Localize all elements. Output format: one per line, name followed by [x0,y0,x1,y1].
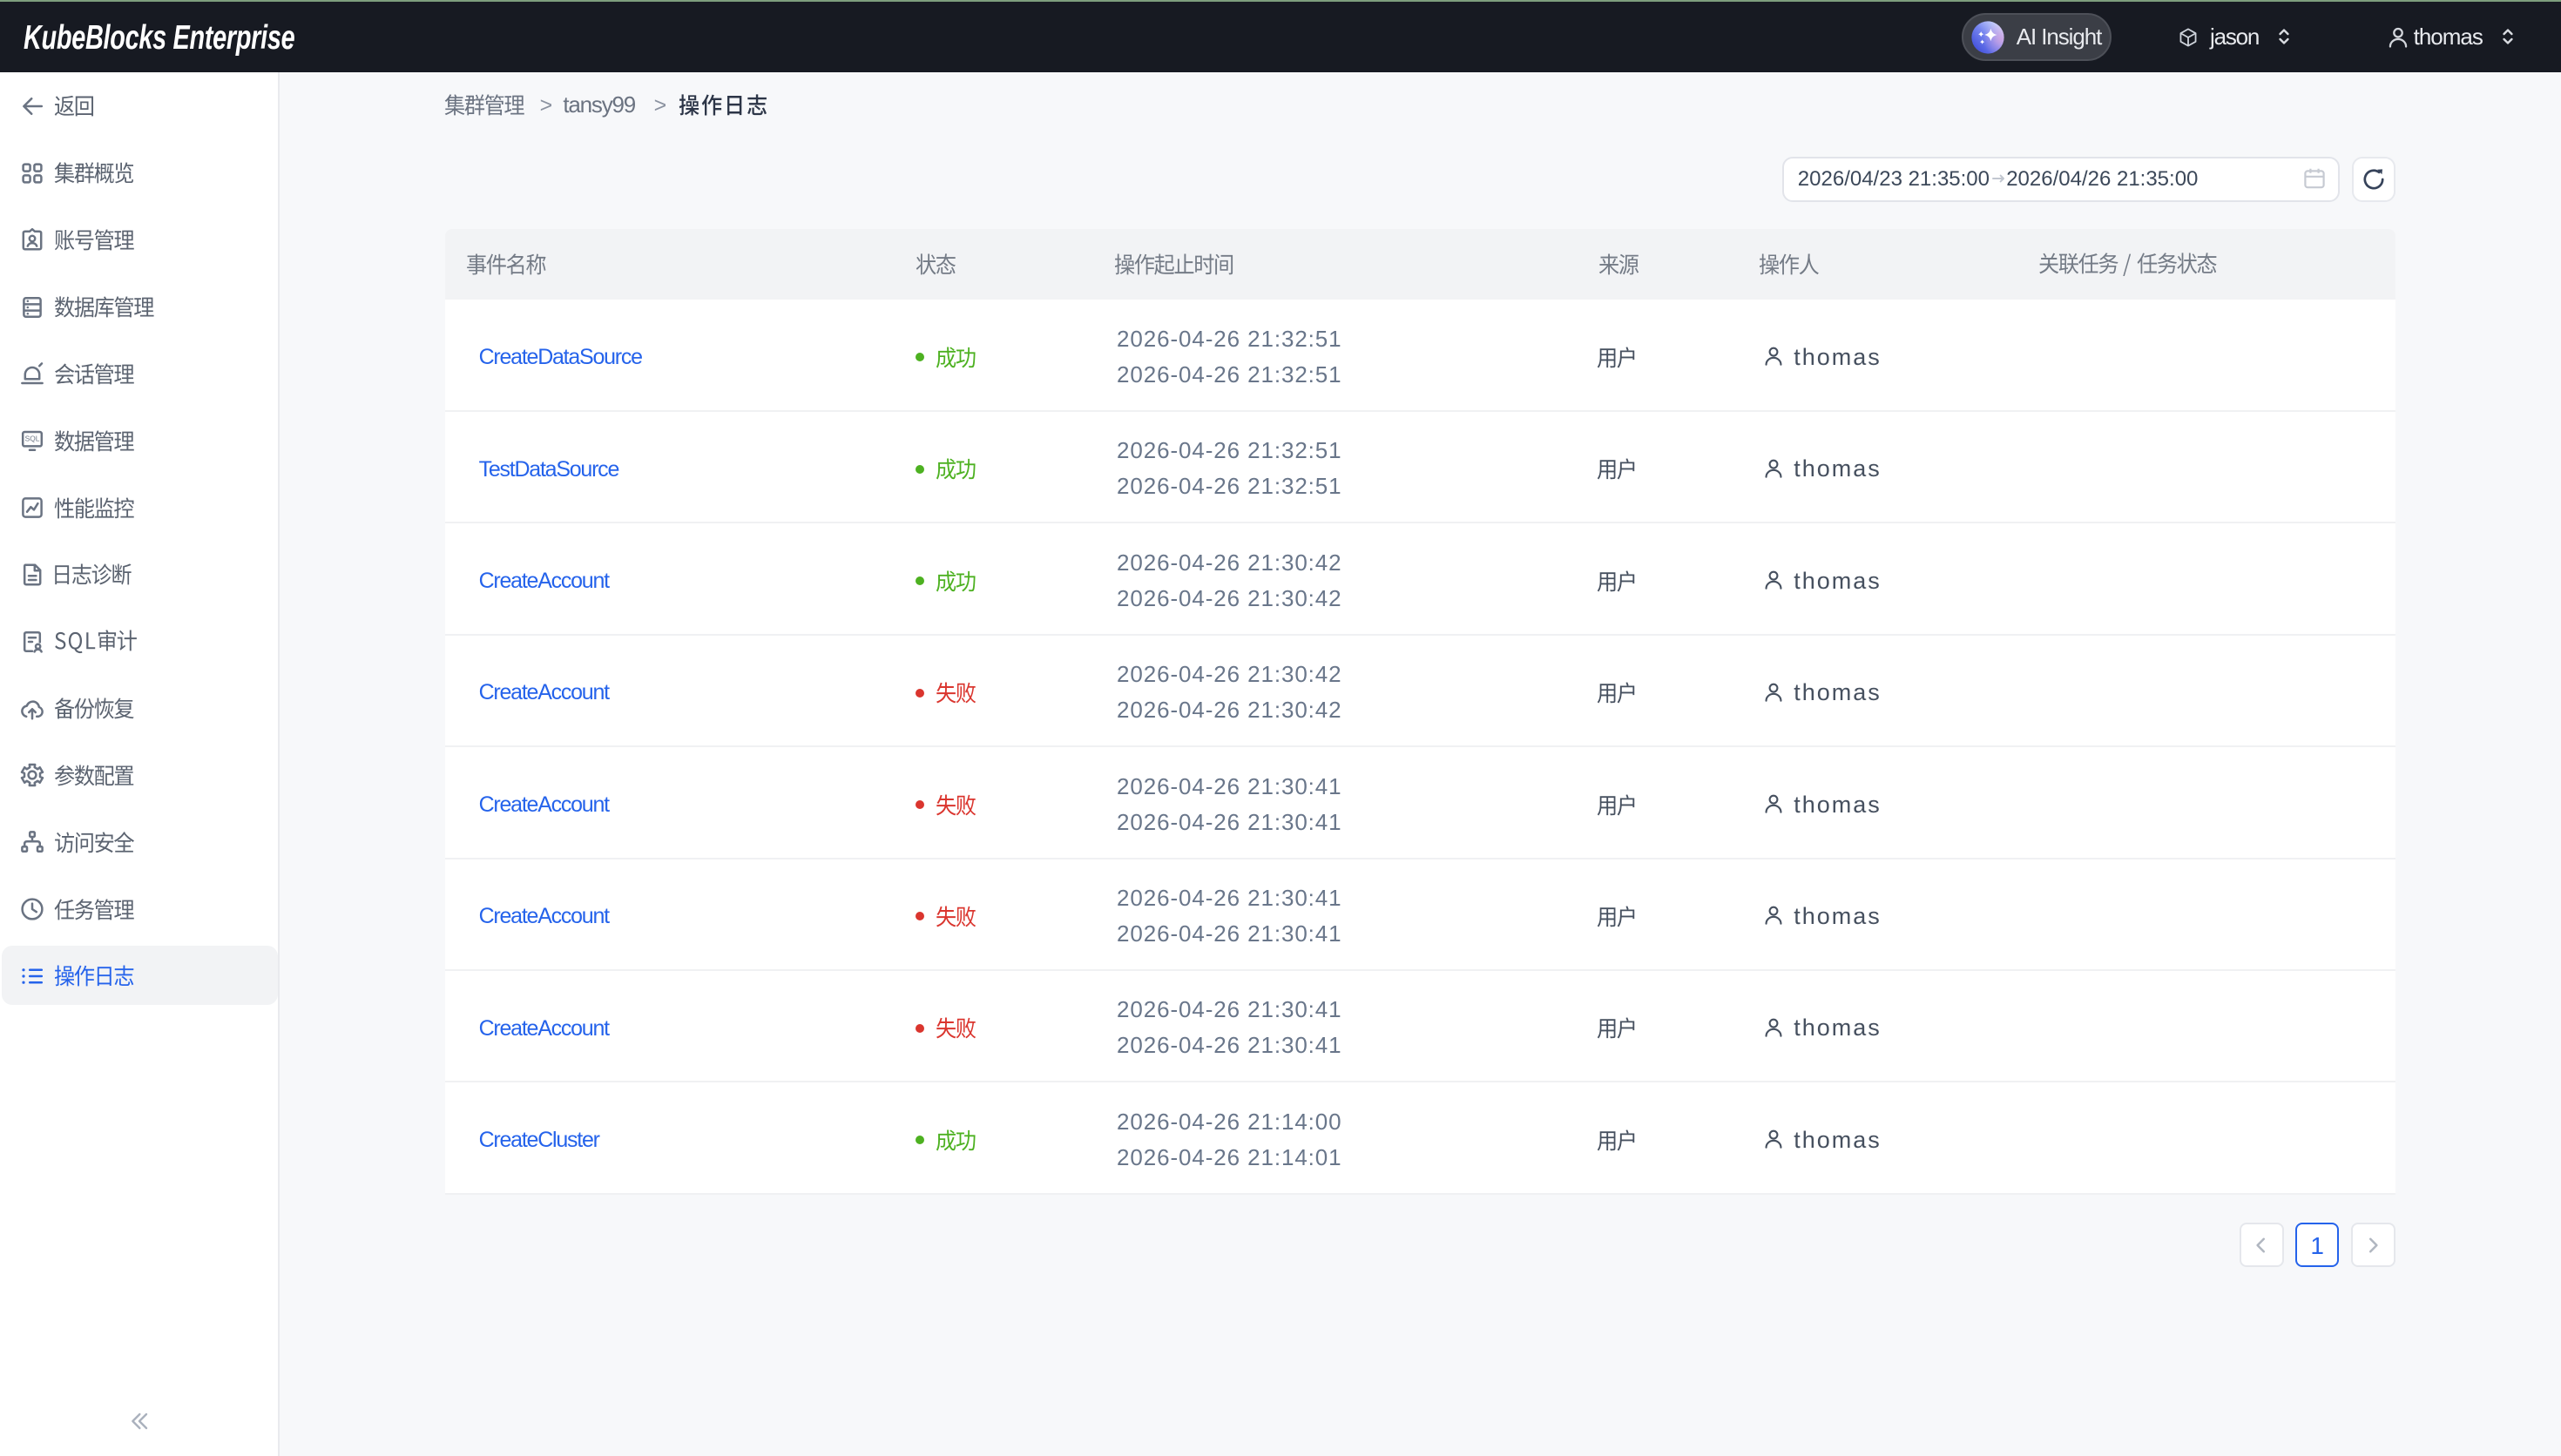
svg-text:SQL: SQL [25,435,40,443]
